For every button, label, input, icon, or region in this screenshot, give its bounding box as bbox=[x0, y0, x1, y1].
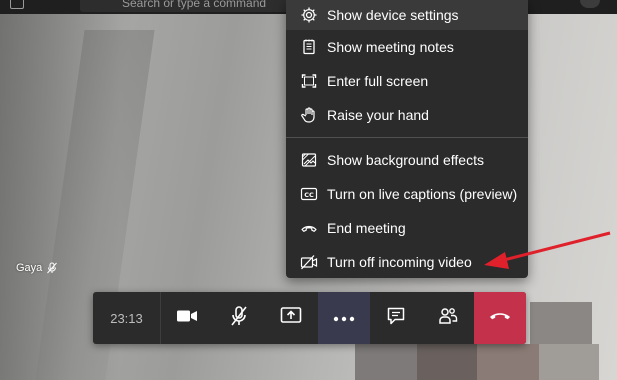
hangup-icon bbox=[488, 309, 512, 327]
participants-button[interactable] bbox=[422, 292, 474, 344]
mic-off-icon bbox=[229, 305, 249, 332]
share-screen-button[interactable] bbox=[265, 292, 317, 344]
call-timer: 23:13 bbox=[93, 292, 161, 344]
participant-thumbnail[interactable] bbox=[539, 344, 599, 380]
call-control-bar: 23:13 bbox=[93, 292, 526, 344]
more-actions-button[interactable] bbox=[318, 292, 370, 344]
mic-button[interactable] bbox=[213, 292, 265, 344]
participant-thumbnail[interactable] bbox=[417, 344, 477, 380]
share-icon bbox=[280, 306, 302, 331]
chat-icon bbox=[386, 306, 406, 331]
participants-icon bbox=[437, 306, 459, 331]
participant-thumbnail[interactable] bbox=[477, 344, 539, 380]
chat-button[interactable] bbox=[370, 292, 422, 344]
participant-thumbnail[interactable] bbox=[530, 302, 592, 344]
hang-up-button[interactable] bbox=[474, 292, 526, 344]
camera-icon bbox=[176, 308, 198, 329]
participant-thumbnail[interactable] bbox=[355, 344, 417, 380]
camera-button[interactable] bbox=[161, 292, 213, 344]
more-icon bbox=[333, 309, 355, 327]
